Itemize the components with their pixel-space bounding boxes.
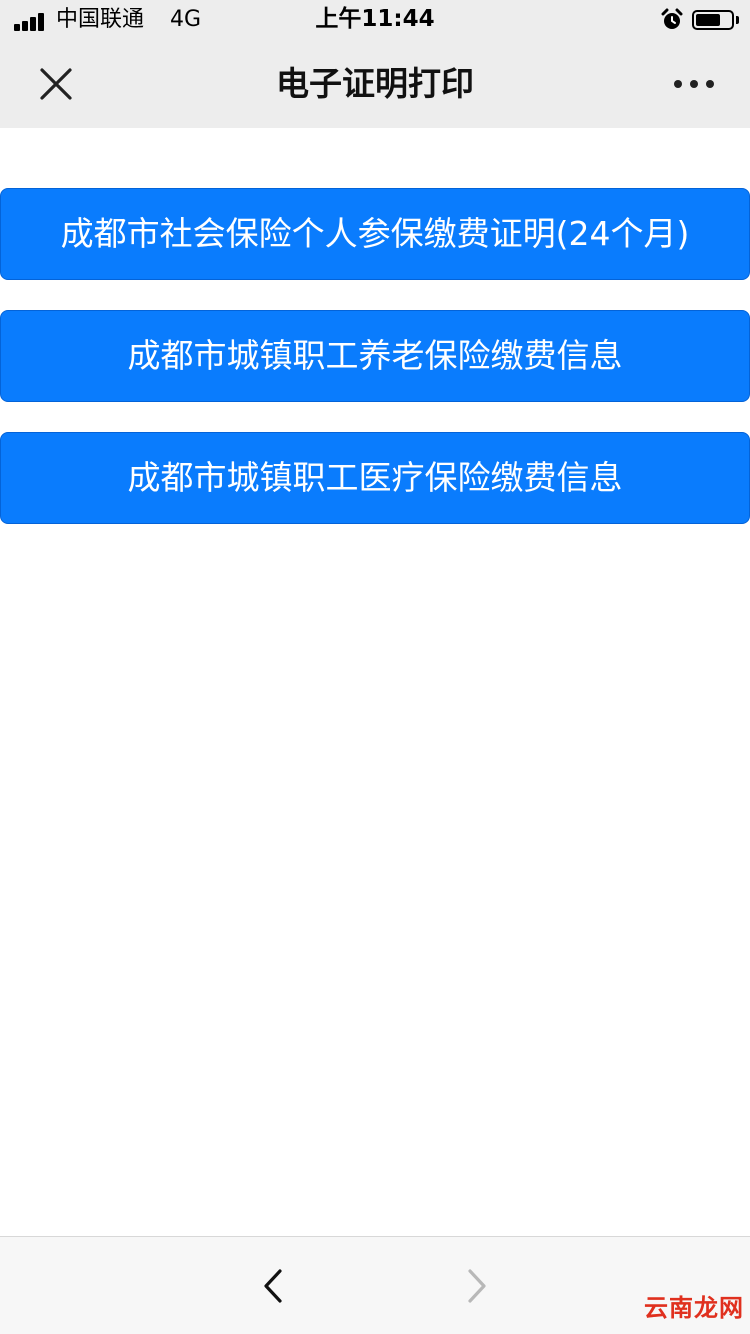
social-insurance-certificate-button[interactable]: 成都市社会保险个人参保缴费证明(24个月)	[0, 188, 750, 280]
status-bar: 中国联通 4G 上午11:44	[0, 0, 750, 40]
forward-button[interactable]	[452, 1259, 500, 1313]
medical-insurance-info-button[interactable]: 成都市城镇职工医疗保险缴费信息	[0, 432, 750, 524]
pension-insurance-info-button[interactable]: 成都市城镇职工养老保险缴费信息	[0, 310, 750, 402]
screen: 中国联通 4G 上午11:44 电子证明打印 成都市社会保险个人参保缴费证明(2…	[0, 0, 750, 1334]
battery-icon	[692, 10, 734, 30]
chevron-left-icon	[264, 1269, 282, 1303]
page-title: 电子证明打印	[276, 64, 474, 103]
battery-tip	[736, 16, 739, 24]
watermark-text: 云南龙网	[644, 1294, 744, 1322]
more-button[interactable]	[664, 56, 724, 112]
more-icon	[674, 80, 714, 88]
nav-bar: 电子证明打印	[0, 40, 750, 128]
battery-level	[696, 14, 720, 26]
back-button[interactable]	[250, 1259, 298, 1313]
status-time: 上午11:44	[315, 6, 435, 32]
alarm-icon	[661, 8, 683, 29]
chevron-right-icon	[468, 1269, 486, 1303]
